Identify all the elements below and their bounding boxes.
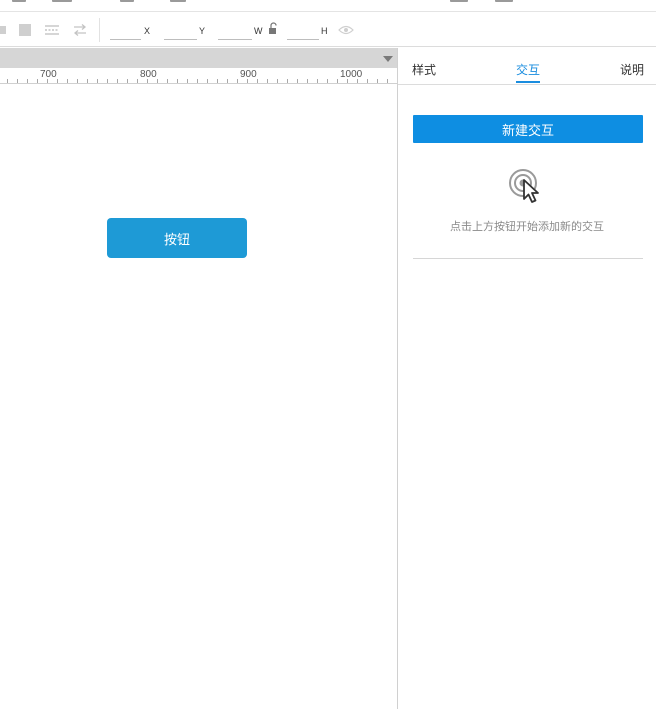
ruler-tick [277, 79, 278, 83]
lock-icon[interactable] [268, 22, 278, 35]
ruler-tick [347, 79, 348, 83]
ruler-tick [47, 79, 48, 83]
align-icon[interactable] [44, 24, 60, 36]
x-label: X [144, 26, 151, 36]
tab-notes[interactable]: 说明 [620, 61, 644, 78]
ruler-header-band [0, 48, 397, 68]
menu-fragment [120, 0, 134, 2]
ruler-tick [387, 79, 388, 83]
ruler-tick [77, 79, 78, 83]
ruler-mark: 800 [140, 69, 157, 80]
ruler-tick [127, 79, 128, 83]
new-interaction-button[interactable]: 新建交互 [413, 115, 643, 143]
tab-style[interactable]: 样式 [412, 61, 436, 78]
ruler-tick [297, 79, 298, 83]
ruler-mark: 1000 [340, 69, 363, 80]
ruler-tick [97, 79, 98, 83]
ruler-scale: 700 800 900 1000 [0, 68, 398, 84]
ruler-tick [237, 79, 238, 83]
ruler-tick [207, 79, 208, 83]
canvas-button-widget[interactable]: 按钮 [107, 218, 247, 258]
ruler-mark: 700 [40, 69, 57, 80]
new-interaction-label: 新建交互 [501, 123, 554, 139]
properties-toolbar: X Y W H [0, 13, 656, 47]
ruler-tick [217, 79, 218, 83]
ruler-tick [287, 79, 288, 83]
ruler-dropdown-icon[interactable] [383, 56, 393, 62]
menu-fragment [170, 0, 186, 2]
ruler-tick [357, 79, 358, 83]
menu-fragment [52, 0, 72, 2]
ruler-tick [377, 79, 378, 83]
ruler-tick [7, 79, 8, 83]
ruler-tick [87, 79, 88, 83]
design-canvas[interactable]: 按钮 [0, 85, 397, 709]
ruler-tick [117, 79, 118, 83]
top-menu-strip [0, 0, 656, 12]
fill-swatch-icon[interactable] [18, 24, 32, 36]
ruler-tick [67, 79, 68, 83]
swap-icon[interactable] [72, 24, 88, 36]
ruler-tick [37, 79, 38, 83]
toolbar-fragment-icon[interactable] [0, 24, 8, 36]
ruler-tick [137, 79, 138, 83]
ruler-tick [367, 79, 368, 83]
h-field[interactable]: H [287, 26, 329, 40]
menu-fragment [450, 0, 468, 2]
ruler-tick [157, 79, 158, 83]
ruler-tick [147, 79, 148, 83]
ruler-tick [327, 79, 328, 83]
tab-interaction[interactable]: 交互 [516, 61, 540, 78]
toolbar-separator [99, 18, 100, 42]
y-label: Y [199, 26, 206, 36]
section-divider [413, 258, 643, 259]
ruler-tick [177, 79, 178, 83]
visibility-eye-icon[interactable] [338, 24, 354, 36]
horizontal-ruler: 700 800 900 1000 [0, 48, 398, 85]
ruler-tick [107, 79, 108, 83]
ruler-tick [227, 79, 228, 83]
ruler-tick [317, 79, 318, 83]
w-label: W [254, 26, 263, 36]
cursor-click-icon [509, 169, 539, 203]
w-field[interactable]: W [218, 26, 264, 40]
y-field[interactable]: Y [164, 26, 206, 40]
active-tab-indicator [516, 81, 540, 83]
h-label: H [321, 26, 328, 36]
ruler-tick [187, 79, 188, 83]
ruler-mark: 900 [240, 69, 257, 80]
ruler-tick [167, 79, 168, 83]
inspector-tabs: 样式 交互 说明 [398, 48, 656, 85]
ruler-tick [257, 79, 258, 83]
canvas-button-label: 按钮 [163, 232, 190, 248]
ruler-tick [27, 79, 28, 83]
ruler-tick [307, 79, 308, 83]
inspector-panel: 样式 交互 说明 新建交互 点击上方按钮开始添加新的交互 [398, 48, 656, 709]
ruler-tick [17, 79, 18, 83]
ruler-tick [197, 79, 198, 83]
ruler-tick [337, 79, 338, 83]
menu-fragment [495, 0, 513, 2]
empty-state-hint: 点击上方按钮开始添加新的交互 [450, 220, 604, 233]
ruler-tick [267, 79, 268, 83]
ruler-tick [57, 79, 58, 83]
x-field[interactable]: X [110, 26, 152, 40]
ruler-tick [247, 79, 248, 83]
menu-fragment [12, 0, 26, 2]
